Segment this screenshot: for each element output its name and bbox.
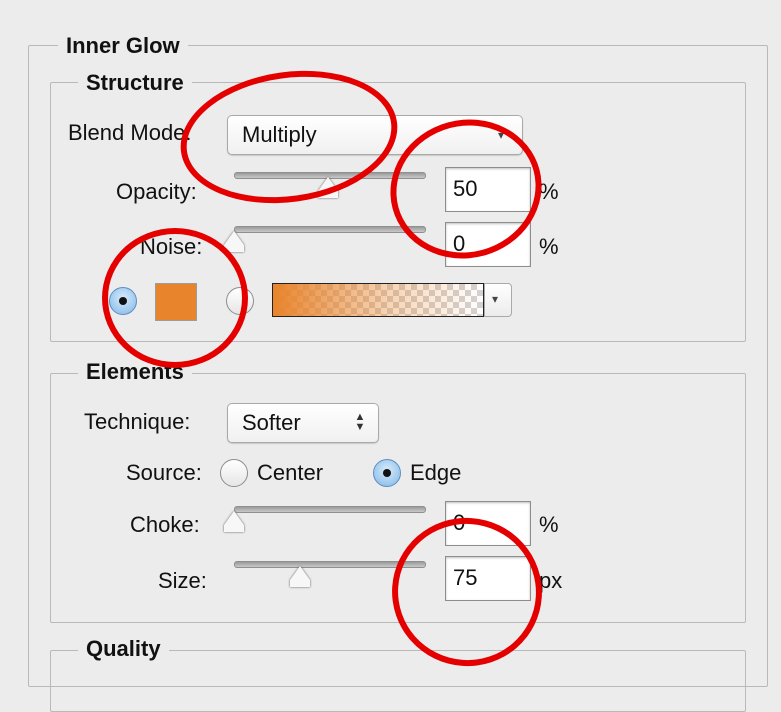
size-slider-thumb[interactable] xyxy=(290,566,310,587)
technique-value: Softer xyxy=(242,410,301,435)
size-label: Size: xyxy=(158,568,207,593)
chevron-down-icon: ▾ xyxy=(492,292,499,306)
choke-unit: % xyxy=(539,512,559,537)
quality-title: Quality xyxy=(78,636,169,662)
source-edge-label[interactable]: Edge xyxy=(410,460,461,486)
choke-label: Choke: xyxy=(130,512,200,537)
up-down-arrows-icon: ▲ ▼ xyxy=(352,412,368,433)
noise-slider-thumb[interactable] xyxy=(224,231,244,252)
size-unit: px xyxy=(539,568,563,593)
source-center-radio[interactable] xyxy=(220,459,248,487)
choke-slider-thumb[interactable] xyxy=(224,511,244,532)
annotation-circle-color xyxy=(102,228,248,368)
structure-title: Structure xyxy=(78,70,192,96)
source-center-label[interactable]: Center xyxy=(257,460,323,486)
inner-glow-title: Inner Glow xyxy=(58,33,188,59)
source-edge-radio[interactable] xyxy=(373,459,401,487)
choke-slider-track[interactable] xyxy=(234,506,426,513)
opacity-unit: % xyxy=(539,179,559,204)
gradient-preview xyxy=(273,284,483,316)
blend-mode-label: Blend Mode: xyxy=(68,120,192,145)
stepper-down-icon: ▼ xyxy=(354,421,366,433)
gradient-picker[interactable] xyxy=(272,283,484,317)
radio-dot xyxy=(383,469,391,477)
technique-label: Technique: xyxy=(84,409,191,434)
source-label: Source: xyxy=(126,460,202,485)
noise-slider-track[interactable] xyxy=(234,226,426,233)
opacity-label: Opacity: xyxy=(116,179,197,204)
noise-unit: % xyxy=(539,234,559,259)
